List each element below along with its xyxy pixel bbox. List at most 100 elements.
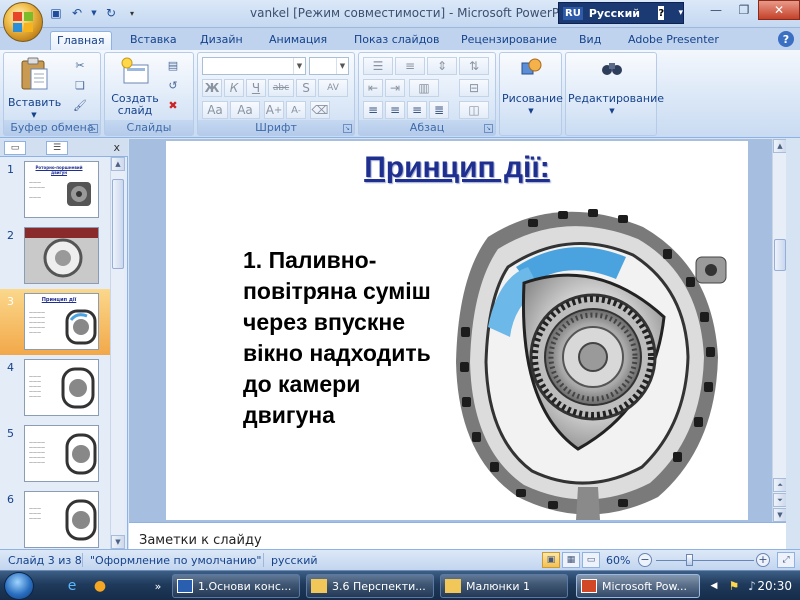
task-word-1[interactable]: 1.Основи конс... bbox=[172, 574, 300, 598]
minimize-button[interactable]: — bbox=[702, 0, 730, 20]
undo-dropdown-icon[interactable]: ▼ bbox=[90, 5, 98, 21]
maximize-button[interactable]: ❐ bbox=[730, 0, 758, 20]
notes-pane[interactable]: Заметки к слайду bbox=[129, 522, 786, 549]
tab-animation[interactable]: Анимация bbox=[263, 31, 333, 50]
format-painter-icon[interactable]: 🖌 bbox=[72, 97, 88, 113]
strikethrough-button[interactable]: abc bbox=[268, 79, 294, 97]
close-button[interactable]: ✕ bbox=[758, 0, 800, 20]
layout-icon[interactable]: ▤ bbox=[165, 57, 181, 73]
clock[interactable]: 20:30 bbox=[757, 579, 792, 593]
text-direction-button[interactable]: ⇅ bbox=[459, 57, 489, 75]
slide-title[interactable]: Принцип дії: bbox=[166, 151, 748, 185]
font-name-dropdown-icon[interactable]: ▼ bbox=[293, 58, 305, 74]
task-folder-1[interactable]: 3.6 Перспекти... bbox=[306, 574, 434, 598]
close-panel-icon[interactable]: x bbox=[113, 141, 120, 154]
clipboard-launcher-icon[interactable]: ↘ bbox=[89, 124, 98, 133]
rotary-engine-image[interactable] bbox=[428, 197, 748, 520]
flag-icon[interactable]: ⚑ bbox=[724, 576, 744, 596]
tab-adobe-presenter[interactable]: Adobe Presenter bbox=[622, 31, 725, 50]
font-size-box[interactable]: ▼ bbox=[309, 57, 349, 75]
office-button[interactable] bbox=[3, 2, 43, 42]
character-spacing-button[interactable]: AV bbox=[318, 79, 348, 97]
clear-formatting-icon[interactable]: ⌫ bbox=[310, 101, 330, 119]
thumbnail-slide-4[interactable]: 4 ——— ——— ——— ——— ——— bbox=[0, 355, 110, 421]
scrollbar-thumb[interactable] bbox=[774, 239, 786, 271]
justify-button[interactable]: ≣ bbox=[429, 101, 449, 119]
tab-home[interactable]: Главная bbox=[50, 31, 112, 50]
zoom-in-icon[interactable]: + bbox=[756, 553, 770, 567]
drawing-button[interactable]: Рисование ▼ bbox=[502, 57, 563, 117]
change-case-button[interactable]: Aa bbox=[202, 101, 228, 119]
tab-slideshow[interactable]: Показ слайдов bbox=[348, 31, 446, 50]
tray-expand-icon[interactable]: ◀ bbox=[704, 576, 724, 596]
tab-design[interactable]: Дизайн bbox=[194, 31, 249, 50]
smartart-button[interactable]: ◫ bbox=[459, 101, 489, 119]
previous-slide-icon[interactable]: ⏶ bbox=[773, 478, 786, 492]
bold-button[interactable]: Ж bbox=[202, 79, 222, 97]
slide-sorter-view-icon[interactable]: ▦ bbox=[562, 552, 580, 568]
numbering-button[interactable]: ≡ bbox=[395, 57, 425, 75]
new-slide-button[interactable]: Создать слайд bbox=[109, 57, 161, 117]
decrease-indent-button[interactable]: ⇤ bbox=[363, 79, 383, 97]
slide-scrollbar[interactable]: ▲ ⏶ ⏷ ▼ bbox=[772, 139, 786, 522]
thumbnail-slide-6[interactable]: 6 ——— ——— ——— bbox=[0, 487, 110, 549]
font-color-button[interactable]: Aa bbox=[230, 101, 260, 119]
columns-button[interactable]: ▥ bbox=[409, 79, 439, 97]
increase-indent-button[interactable]: ⇥ bbox=[385, 79, 405, 97]
scroll-down-icon[interactable]: ▼ bbox=[111, 535, 125, 549]
language-options-icon[interactable]: ▾ bbox=[678, 8, 683, 18]
undo-icon[interactable]: ↶ bbox=[69, 5, 85, 21]
cut-icon[interactable]: ✂ bbox=[72, 57, 88, 73]
delete-slide-icon[interactable]: ✖ bbox=[165, 97, 181, 113]
paragraph-launcher-icon[interactable]: ↘ bbox=[484, 124, 493, 133]
zoom-level[interactable]: 60% bbox=[606, 554, 630, 567]
thumbnails-scrollbar[interactable]: ▲ ▼ bbox=[110, 157, 125, 549]
scroll-up-icon[interactable]: ▲ bbox=[111, 157, 125, 171]
customize-qat-icon[interactable]: ▾ bbox=[124, 5, 140, 21]
language-help-icon[interactable]: ? bbox=[657, 6, 665, 20]
help-icon[interactable]: ? bbox=[778, 31, 794, 47]
tab-insert[interactable]: Вставка bbox=[124, 31, 183, 50]
slide-body-text[interactable]: 1. Паливно-повітряна суміш через впускне… bbox=[243, 245, 433, 431]
align-left-button[interactable]: ≡ bbox=[363, 101, 383, 119]
copy-icon[interactable]: ❏ bbox=[72, 77, 88, 93]
save-icon[interactable]: ▣ bbox=[48, 5, 64, 21]
tab-view[interactable]: Вид bbox=[573, 31, 607, 50]
more-quicklaunch-icon[interactable]: » bbox=[148, 576, 168, 596]
editing-button[interactable]: Редактирование ▼ bbox=[568, 57, 664, 117]
language-status[interactable]: русский bbox=[271, 554, 318, 567]
thumbnail-slide-3[interactable]: 3 Принцип дії ———— ———— ———— ———— ——— bbox=[0, 289, 110, 355]
italic-button[interactable]: К bbox=[224, 79, 244, 97]
align-text-button[interactable]: ⊟ bbox=[459, 79, 489, 97]
shrink-font-button[interactable]: A- bbox=[286, 101, 306, 119]
scroll-up-icon[interactable]: ▲ bbox=[773, 139, 786, 153]
tab-review[interactable]: Рецензирование bbox=[455, 31, 563, 50]
thumbnail-slide-5[interactable]: 5 ———— ———— ———— ———— ———— bbox=[0, 421, 110, 487]
align-center-button[interactable]: ≡ bbox=[385, 101, 405, 119]
language-bar[interactable]: RU Русский ? ▾ bbox=[558, 2, 684, 24]
scroll-down-icon[interactable]: ▼ bbox=[773, 508, 786, 522]
paste-button[interactable]: Вставить ▼ bbox=[8, 57, 61, 121]
task-folder-2[interactable]: Малюнки 1 bbox=[440, 574, 568, 598]
zoom-slider-track[interactable] bbox=[656, 560, 754, 561]
ie-icon[interactable]: e bbox=[62, 576, 82, 596]
fit-to-window-icon[interactable]: ⤢ bbox=[777, 552, 795, 568]
zoom-slider-knob[interactable] bbox=[686, 554, 694, 566]
slideshow-view-icon[interactable]: ▭ bbox=[582, 552, 600, 568]
underline-button[interactable]: Ч bbox=[246, 79, 266, 97]
line-spacing-button[interactable]: ⇕ bbox=[427, 57, 457, 75]
redo-icon[interactable]: ↻ bbox=[103, 5, 119, 21]
task-powerpoint[interactable]: Microsoft Pow... bbox=[576, 574, 700, 598]
reset-slide-icon[interactable]: ↺ bbox=[165, 77, 181, 93]
normal-view-icon[interactable]: ▣ bbox=[542, 552, 560, 568]
zoom-out-icon[interactable]: − bbox=[638, 553, 652, 567]
shadow-button[interactable]: S bbox=[296, 79, 316, 97]
bullets-button[interactable]: ☰ bbox=[363, 57, 393, 75]
slide-canvas[interactable]: Принцип дії: 1. Паливно-повітряна суміш … bbox=[166, 141, 748, 520]
start-button[interactable] bbox=[4, 572, 34, 600]
slides-view-tab-icon[interactable]: ▭ bbox=[4, 141, 26, 155]
thumbnail-slide-1[interactable]: 1 Роторно-поршневий двигун ——— ———— ——— bbox=[0, 157, 110, 223]
font-launcher-icon[interactable]: ↘ bbox=[343, 124, 352, 133]
outline-view-tab-icon[interactable]: ☰ bbox=[46, 141, 68, 155]
thumbnail-slide-2[interactable]: 2 bbox=[0, 223, 110, 289]
